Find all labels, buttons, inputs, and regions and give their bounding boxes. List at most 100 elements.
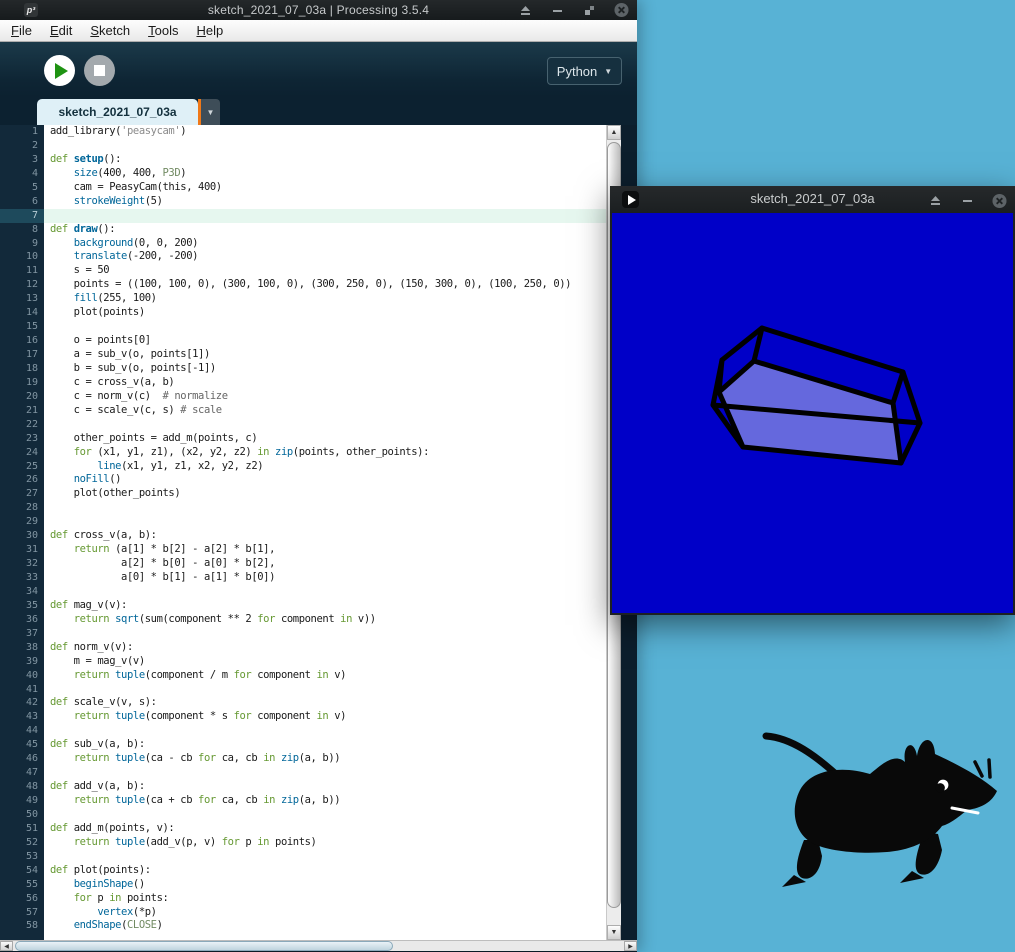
code-line[interactable]: [50, 683, 621, 697]
code-line[interactable]: background(0, 0, 200): [50, 237, 621, 251]
run-button[interactable]: [44, 55, 75, 86]
stop-button[interactable]: [84, 55, 115, 86]
code-line[interactable]: other_points = add_m(points, c): [50, 432, 621, 446]
menu-file[interactable]: File: [2, 21, 41, 40]
line-number: 57: [25, 906, 38, 918]
code-line[interactable]: size(400, 400, P3D): [50, 167, 621, 181]
code-line[interactable]: [50, 724, 621, 738]
code-line[interactable]: noFill(): [50, 473, 621, 487]
code-line[interactable]: points = ((100, 100, 0), (300, 100, 0), …: [50, 278, 621, 292]
line-number: 51: [25, 822, 38, 834]
code-line[interactable]: [50, 501, 621, 515]
code-line[interactable]: def norm_v(v):: [50, 641, 621, 655]
eject-icon[interactable]: [518, 3, 533, 18]
line-number: 37: [25, 627, 38, 639]
close-icon[interactable]: [992, 193, 1007, 208]
eject-icon[interactable]: [928, 193, 943, 208]
minimize-icon[interactable]: [550, 3, 565, 18]
scroll-down-arrow-icon[interactable]: ▼: [607, 925, 621, 940]
code-line[interactable]: strokeWeight(5): [50, 195, 621, 209]
line-number: 44: [25, 725, 38, 737]
code-line[interactable]: return tuple(component * s for component…: [50, 710, 621, 724]
code-line[interactable]: b = sub_v(o, points[-1]): [50, 362, 621, 376]
code-line[interactable]: [44, 208, 621, 223]
code-line[interactable]: [50, 585, 621, 599]
code-line[interactable]: add_library('peasycam'): [50, 125, 621, 139]
code-line[interactable]: def mag_v(v):: [50, 599, 621, 613]
code-line[interactable]: def sub_v(a, b):: [50, 738, 621, 752]
code-line[interactable]: [50, 766, 621, 780]
horizontal-scrollbar-thumb[interactable]: [15, 941, 393, 951]
sketch-canvas[interactable]: [612, 213, 1013, 613]
code-line[interactable]: plot(other_points): [50, 487, 621, 501]
code-line[interactable]: o = points[0]: [50, 334, 621, 348]
code-editor[interactable]: 1 2 3 4 5 6 7 8 9 10 11 12 13 14 15 16 17 18 19 20 21 22 23 24 2…: [0, 125, 621, 940]
code-line[interactable]: [50, 808, 621, 822]
code-line[interactable]: return tuple(component / m for component…: [50, 669, 621, 683]
horizontal-scrollbar[interactable]: ◀ ▶: [0, 940, 637, 951]
code-line[interactable]: fill(255, 100): [50, 292, 621, 306]
code-line[interactable]: plot(points): [50, 306, 621, 320]
mode-selector-button[interactable]: Python ▼: [547, 57, 622, 85]
scroll-up-arrow-icon[interactable]: ▲: [607, 125, 621, 140]
code-line[interactable]: m = mag_v(v): [50, 655, 621, 669]
mouse-back-leg: [796, 840, 822, 879]
minimize-icon[interactable]: [960, 193, 975, 208]
code-line[interactable]: s = 50: [50, 264, 621, 278]
menu-sketch[interactable]: Sketch: [81, 21, 139, 40]
menu-tools[interactable]: Tools: [139, 21, 187, 40]
code-line[interactable]: [50, 139, 621, 153]
code-line[interactable]: def scale_v(v, s):: [50, 696, 621, 710]
close-icon[interactable]: [614, 2, 629, 18]
code-line[interactable]: a[0] * b[1] - a[1] * b[0]): [50, 571, 621, 585]
code-line[interactable]: cam = PeasyCam(this, 400): [50, 181, 621, 195]
code-line[interactable]: [50, 320, 621, 334]
code-line[interactable]: [50, 515, 621, 529]
line-number: 8: [31, 223, 38, 235]
code-line[interactable]: beginShape(): [50, 878, 621, 892]
code-line[interactable]: def cross_v(a, b):: [50, 529, 621, 543]
code-line[interactable]: for (x1, y1, z1), (x2, y2, z2) in zip(po…: [50, 446, 621, 460]
tab-sketch[interactable]: sketch_2021_07_03a: [37, 99, 198, 125]
code-line[interactable]: def plot(points):: [50, 864, 621, 878]
line-number: 27: [25, 488, 38, 500]
scroll-right-arrow-icon[interactable]: ▶: [624, 941, 637, 951]
code-line[interactable]: translate(-200, -200): [50, 250, 621, 264]
code-line[interactable]: vertex(*p): [50, 906, 621, 920]
code-line[interactable]: return tuple(add_v(p, v) for p in points…: [50, 836, 621, 850]
code-pane[interactable]: add_library('peasycam')def setup(): size…: [44, 125, 621, 940]
processing-ide-window: p³ sketch_2021_07_03a | Processing 3.5.4…: [0, 0, 637, 952]
code-line[interactable]: c = norm_v(c) # normalize: [50, 390, 621, 404]
code-line[interactable]: line(x1, y1, z1, x2, y2, z2): [50, 460, 621, 474]
code-line[interactable]: return sqrt(sum(component ** 2 for compo…: [50, 613, 621, 627]
code-line[interactable]: [50, 627, 621, 641]
code-line[interactable]: a[2] * b[0] - a[0] * b[2],: [50, 557, 621, 571]
scroll-left-arrow-icon[interactable]: ◀: [0, 941, 13, 951]
line-number: 39: [25, 655, 38, 667]
menu-edit[interactable]: Edit: [41, 21, 81, 40]
code-line[interactable]: [50, 850, 621, 864]
code-line[interactable]: for p in points:: [50, 892, 621, 906]
mode-label: Python: [556, 63, 598, 79]
sketch-titlebar[interactable]: sketch_2021_07_03a: [610, 186, 1015, 213]
ide-titlebar[interactable]: p³ sketch_2021_07_03a | Processing 3.5.4: [0, 0, 637, 20]
code-line[interactable]: c = cross_v(a, b): [50, 376, 621, 390]
code-line[interactable]: return tuple(ca + cb for ca, cb in zip(a…: [50, 794, 621, 808]
menu-help[interactable]: Help: [187, 21, 232, 40]
line-number: 17: [25, 349, 38, 360]
tab-menu-button[interactable]: ▼: [201, 99, 220, 125]
code-line[interactable]: endShape(CLOSE): [50, 919, 621, 933]
code-line[interactable]: [50, 418, 621, 432]
line-number: 12: [25, 279, 38, 291]
restore-icon[interactable]: [582, 3, 597, 18]
code-line[interactable]: def setup():: [50, 153, 621, 167]
code-line[interactable]: a = sub_v(o, points[1]): [50, 348, 621, 362]
line-number: 21: [25, 404, 38, 416]
code-line[interactable]: def add_m(points, v):: [50, 822, 621, 836]
code-line[interactable]: return tuple(ca - cb for ca, cb in zip(a…: [50, 752, 621, 766]
code-line[interactable]: def draw():: [50, 223, 621, 237]
line-number: 13: [25, 293, 38, 305]
code-line[interactable]: return (a[1] * b[2] - a[2] * b[1],: [50, 543, 621, 557]
code-line[interactable]: c = scale_v(c, s) # scale: [50, 404, 621, 418]
code-line[interactable]: def add_v(a, b):: [50, 780, 621, 794]
